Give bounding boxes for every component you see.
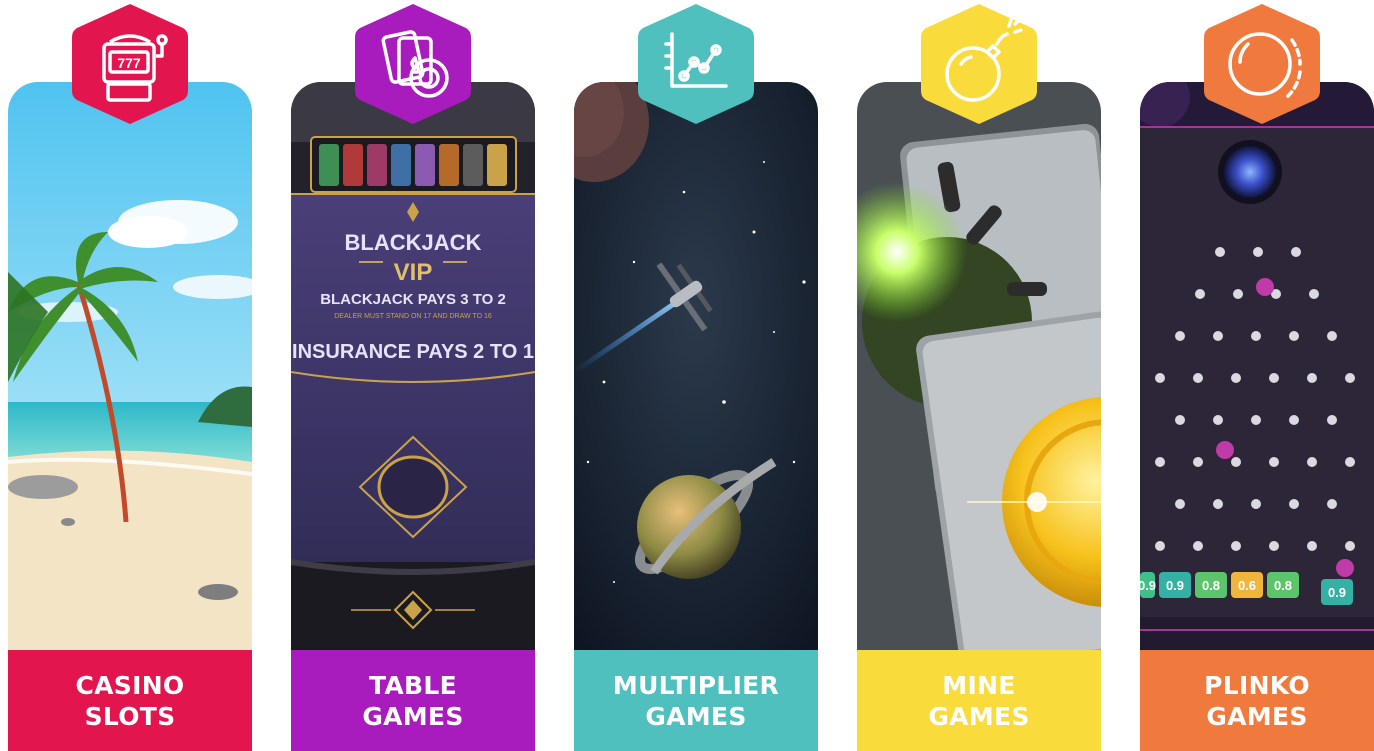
mine-games-label-line1: MINE (942, 670, 1016, 700)
multiplier-2: 0.8 (1202, 578, 1220, 593)
card-mine-games[interactable]: MINE GAMES (857, 0, 1101, 751)
card-multiplier-games[interactable]: MULTIPLIER GAMES (574, 0, 818, 751)
multiplier-4: 0.8 (1274, 578, 1292, 593)
table-line3: INSURANCE PAYS 2 TO 1 (292, 341, 534, 363)
line-graph-icon (632, 0, 760, 128)
table-title: BLACKJACK (345, 230, 482, 255)
reel-text: 777 (117, 55, 141, 71)
multiplier-games-label: MULTIPLIER GAMES (574, 650, 818, 751)
mine-games-label: MINE GAMES (857, 650, 1101, 751)
card-table-games[interactable]: BLACKJACK VIP BLACKJACK PAYS 3 TO 2 DEAL… (291, 0, 535, 751)
table-games-label: TABLE GAMES (291, 650, 535, 751)
mine-games-artwork (857, 82, 1101, 650)
bomb-icon (915, 0, 1043, 128)
ball-icon (1198, 0, 1326, 128)
multiplier-3: 0.6 (1238, 578, 1256, 593)
multiplier-5: 0.9 (1328, 585, 1346, 600)
table-vip: VIP (394, 259, 433, 286)
casino-slots-artwork (8, 82, 252, 650)
casino-slots-label: CASINO SLOTS (8, 650, 252, 751)
multiplier-1: 0.9 (1166, 578, 1184, 593)
cards-chip-icon (349, 0, 477, 128)
card-casino-slots[interactable]: 777 CASINO SLOTS (8, 0, 252, 751)
table-games-label-line2: GAMES (362, 701, 464, 731)
card-plinko-games[interactable]: 0.9 0.9 0.8 0.6 0.8 0.9 PLINKO GAMES (1140, 0, 1374, 751)
multiplier-games-artwork (574, 82, 818, 650)
casino-slots-label-line1: CASINO (75, 670, 185, 700)
plinko-games-label: PLINKO GAMES (1140, 650, 1374, 751)
casino-slots-label-line2: SLOTS (84, 701, 176, 731)
slot-machine-icon: 777 (66, 0, 194, 128)
plinko-games-artwork: 0.9 0.9 0.8 0.6 0.8 0.9 (1140, 82, 1374, 650)
mine-games-label-line2: GAMES (928, 701, 1030, 731)
table-line2: DEALER MUST STAND ON 17 AND DRAW TO 16 (334, 313, 492, 320)
table-games-label-line1: TABLE (368, 670, 458, 700)
multiplier-0: 0.9 (1140, 578, 1156, 593)
plinko-games-label-line1: PLINKO (1204, 670, 1310, 700)
table-line1: BLACKJACK PAYS 3 TO 2 (320, 291, 506, 308)
multiplier-games-label-line2: GAMES (645, 701, 747, 731)
plinko-games-label-line2: GAMES (1206, 701, 1308, 731)
table-games-artwork: BLACKJACK VIP BLACKJACK PAYS 3 TO 2 DEAL… (291, 82, 535, 650)
multiplier-games-label-line1: MULTIPLIER (612, 670, 780, 700)
